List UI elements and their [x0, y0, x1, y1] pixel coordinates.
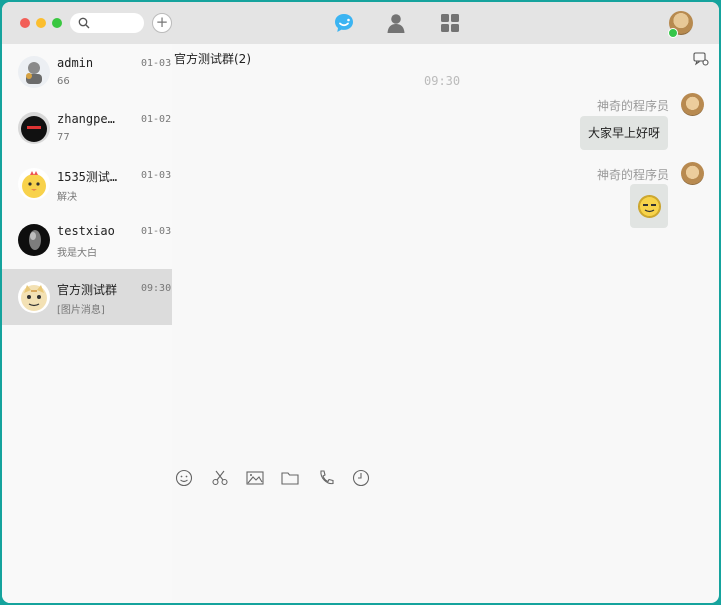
session-list: admin 66 01-03 zhangpe… 77 01-02 1535测试…… — [2, 44, 172, 603]
session-last-message: 解决 — [57, 192, 77, 203]
avatar — [18, 56, 50, 88]
session-name: 1535测试… — [57, 170, 118, 184]
session-name: zhangpe… — [57, 112, 115, 126]
session-item[interactable]: testxiao 我是大白 01-03 — [2, 212, 172, 268]
session-item[interactable]: zhangpe… 77 01-02 — [2, 100, 172, 156]
session-time: 01-03 — [141, 58, 172, 69]
session-name: testxiao — [57, 224, 115, 238]
file-button[interactable] — [280, 468, 300, 488]
scissors-icon — [212, 470, 228, 486]
phone-icon — [320, 470, 334, 485]
emoji-button[interactable] — [174, 468, 194, 488]
close-window-button[interactable] — [20, 18, 30, 28]
contact-icon[interactable] — [385, 12, 407, 34]
zoom-window-button[interactable] — [52, 18, 62, 28]
session-item[interactable]: 1535测试… 解决 01-03 — [2, 156, 172, 212]
image-icon — [246, 471, 264, 485]
session-item-active[interactable]: 官方测试群 [图片消息] 09:30 — [2, 269, 172, 325]
session-last-message: [图片消息] — [57, 305, 105, 316]
message-sender-avatar[interactable] — [681, 93, 704, 116]
session-time: 01-03 — [141, 226, 172, 237]
folder-icon — [281, 472, 299, 485]
history-button[interactable] — [351, 468, 371, 488]
session-last-message: 66 — [57, 76, 70, 87]
session-name: admin — [57, 56, 94, 70]
apps-grid-icon[interactable] — [439, 12, 461, 34]
emoji-image — [638, 195, 661, 218]
session-time: 09:30 — [141, 283, 172, 294]
message-sender-name: 神奇的程序员 — [596, 168, 669, 182]
session-last-message: 我是大白 — [57, 248, 97, 259]
message-sender-name: 神奇的程序员 — [596, 99, 669, 113]
group-settings-icon[interactable] — [693, 52, 709, 66]
session-item[interactable]: admin 66 01-03 — [2, 44, 172, 100]
message-sender-avatar[interactable] — [681, 162, 704, 185]
session-last-message: 77 — [57, 132, 70, 143]
emoji-icon — [175, 469, 193, 487]
avatar — [18, 224, 50, 256]
message-time-divider: 09:30 — [424, 74, 461, 88]
screenshot-button[interactable] — [210, 468, 230, 488]
chat-icon[interactable] — [333, 12, 355, 34]
image-button[interactable] — [245, 468, 265, 488]
search-box[interactable] — [70, 13, 144, 33]
session-time: 01-03 — [141, 170, 172, 181]
history-icon — [352, 469, 370, 487]
search-icon — [78, 17, 90, 29]
chat-window: + admin 66 01-03 zhangpe… 77 01-02 1535测… — [2, 2, 719, 603]
minimize-window-button[interactable] — [36, 18, 46, 28]
avatar — [18, 281, 50, 313]
chat-title: 官方测试群(2) — [174, 52, 251, 66]
session-time: 01-02 — [141, 114, 172, 125]
add-button[interactable]: + — [152, 13, 172, 33]
online-status-indicator — [668, 28, 678, 38]
message-bubble-text[interactable]: 大家早上好呀 — [580, 116, 668, 150]
session-name: 官方测试群 — [57, 283, 118, 297]
call-button[interactable] — [316, 468, 336, 488]
avatar — [18, 168, 50, 200]
avatar — [18, 112, 50, 144]
title-bar: + — [2, 2, 719, 44]
message-bubble-image[interactable] — [630, 184, 668, 228]
